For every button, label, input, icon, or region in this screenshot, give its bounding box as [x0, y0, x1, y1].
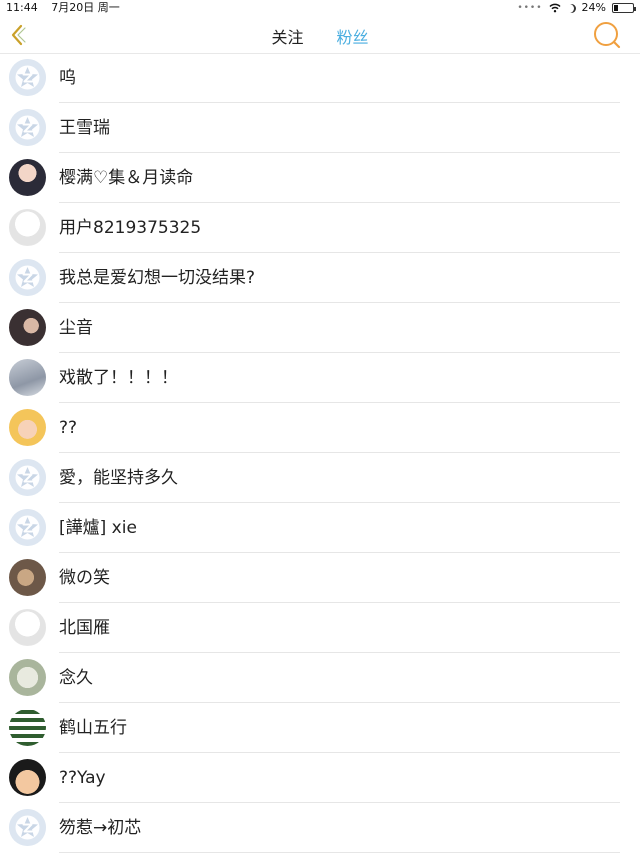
default-avatar	[9, 59, 46, 96]
fan-row[interactable]: 鹤山五行	[0, 703, 640, 753]
fan-name: 戏散了！！！！	[59, 368, 178, 388]
default-avatar-icon	[9, 509, 46, 546]
default-avatar-icon	[9, 259, 46, 296]
fan-name: 我总是爱幻想一切没结果?	[59, 268, 256, 288]
default-avatar-icon	[9, 809, 46, 846]
fan-name: 樱满♡集＆月读命	[59, 168, 194, 188]
fan-row[interactable]: 戏散了！！！！	[0, 353, 640, 403]
fan-name: 鹤山五行	[59, 718, 127, 738]
fan-list: 呜王雪瑞樱满♡集＆月读命 用户8219375325 我总是爱幻想一切没结果? 尘音戏散…	[0, 53, 640, 853]
fan-row[interactable]: 樱满♡集＆月读命	[0, 153, 640, 203]
fan-name: ??Yay	[59, 768, 106, 788]
tab-fans[interactable]: 粉丝	[337, 24, 369, 48]
fan-name: ??	[59, 418, 78, 438]
avatar	[9, 359, 46, 396]
fan-name: 北国雁	[59, 618, 110, 638]
battery-percent: 24%	[581, 1, 606, 14]
fan-row[interactable]: 微の笑	[0, 553, 640, 603]
default-avatar	[9, 459, 46, 496]
fan-name: 念久	[59, 668, 93, 688]
default-avatar	[9, 509, 46, 546]
fan-row[interactable]: [譁爐] xie	[0, 503, 640, 553]
status-right: •••• 24%	[517, 0, 636, 16]
fan-row[interactable]: ??Yay	[0, 753, 640, 803]
battery-fill	[614, 5, 619, 11]
blank-avatar	[9, 609, 46, 646]
moon-icon	[567, 4, 576, 13]
avatar	[9, 759, 46, 796]
default-avatar-icon	[9, 459, 46, 496]
fan-name: 呜	[59, 68, 76, 88]
fan-row[interactable]: 尘音	[0, 303, 640, 353]
default-avatar-icon	[9, 109, 46, 146]
wifi-icon	[549, 3, 561, 13]
status-left: 11:44 7月20日 周一	[6, 0, 130, 16]
nav-bar: 关注 粉丝	[0, 16, 640, 54]
fan-name: 笏惹→初芯	[59, 818, 142, 838]
avatar	[9, 309, 46, 346]
avatar	[9, 709, 46, 746]
fan-name: 尘音	[59, 318, 93, 338]
tab-following[interactable]: 关注	[271, 24, 303, 48]
fan-row[interactable]: 王雪瑞	[0, 103, 640, 153]
fan-row[interactable]: 笏惹→初芯	[0, 803, 640, 853]
search-icon	[594, 22, 621, 49]
fan-name: [譁爐] xie	[59, 518, 137, 538]
search-button[interactable]	[592, 20, 622, 50]
fan-row[interactable]: 用户8219375325	[0, 203, 640, 253]
signal-icon: ••••	[517, 3, 543, 13]
status-bar: 11:44 7月20日 周一 •••• 24%	[0, 0, 640, 16]
default-avatar	[9, 259, 46, 296]
blank-avatar	[9, 209, 46, 246]
fan-name: 用户8219375325	[59, 218, 202, 238]
battery-icon	[612, 3, 636, 13]
tab-switcher: 关注 粉丝	[0, 24, 640, 48]
fan-name: 王雪瑞	[59, 118, 110, 138]
avatar	[9, 659, 46, 696]
default-avatar	[9, 109, 46, 146]
fan-row[interactable]: 北国雁	[0, 603, 640, 653]
fan-row[interactable]: 呜	[0, 53, 640, 103]
fan-name: 愛，能坚持多久	[59, 468, 178, 488]
status-time: 11:44	[6, 1, 38, 14]
status-date: 7月20日 周一	[51, 1, 120, 14]
fan-name: 微の笑	[59, 568, 110, 588]
avatar	[9, 159, 46, 196]
avatar	[9, 409, 46, 446]
fan-row[interactable]: 我总是爱幻想一切没结果?	[0, 253, 640, 303]
fan-row[interactable]: 愛，能坚持多久	[0, 453, 640, 503]
default-avatar	[9, 809, 46, 846]
fan-row[interactable]: ??	[0, 403, 640, 453]
avatar	[9, 559, 46, 596]
fan-row[interactable]: 念久	[0, 653, 640, 703]
default-avatar-icon	[9, 59, 46, 96]
